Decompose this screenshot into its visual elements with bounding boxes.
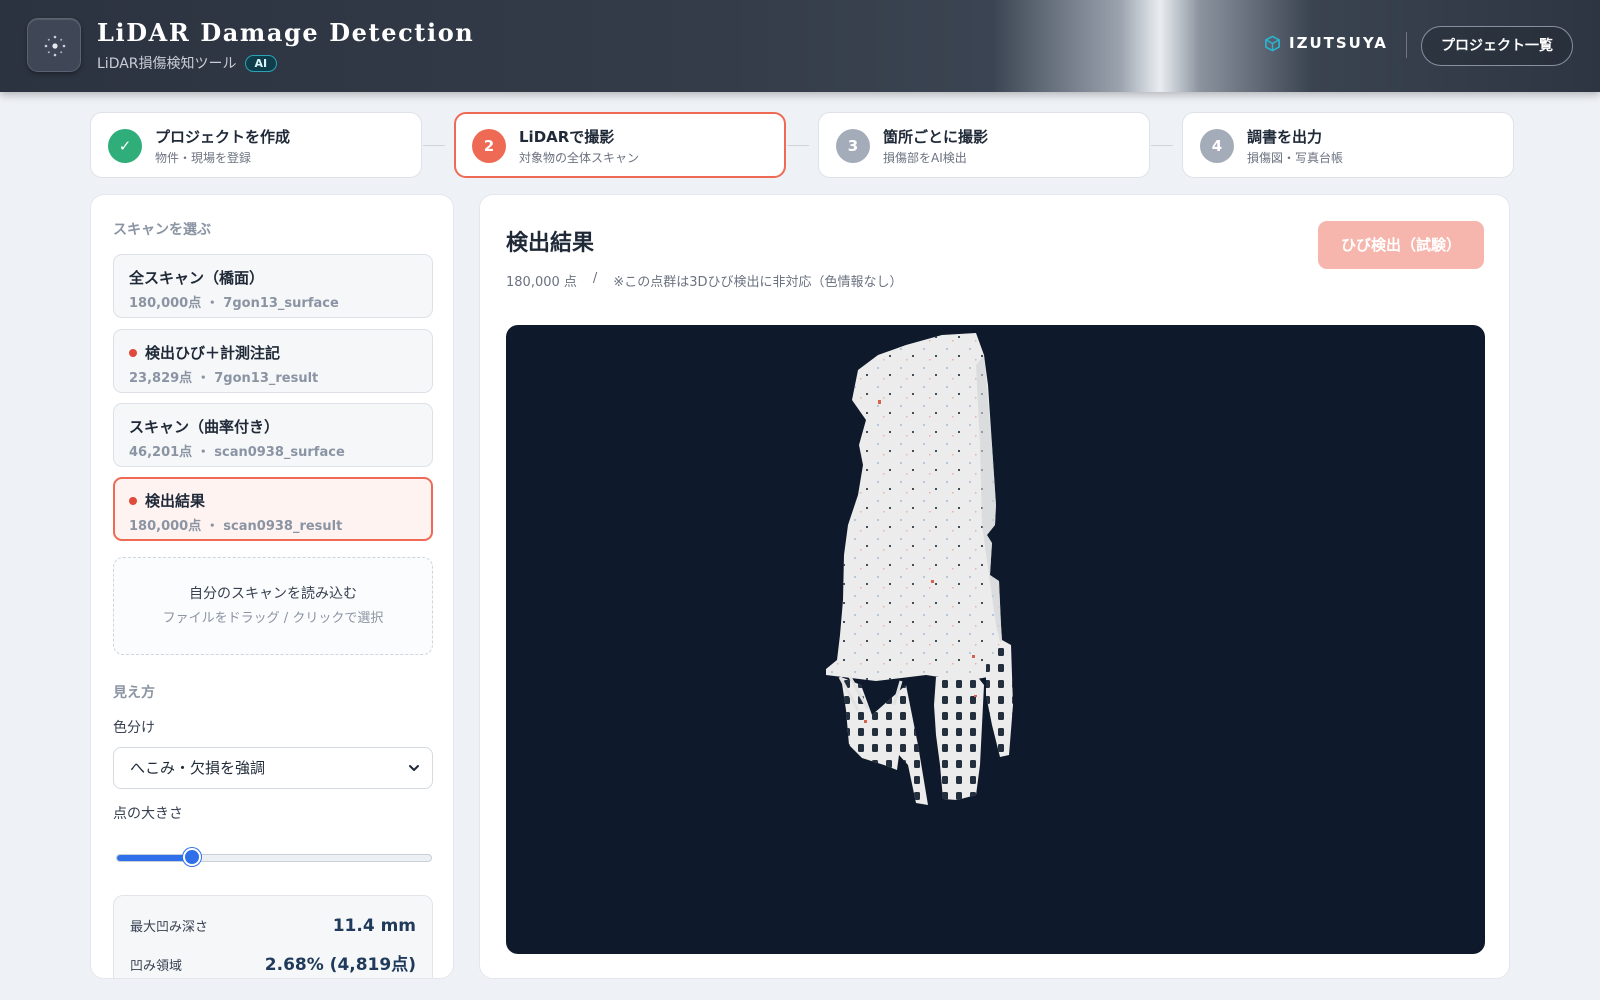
scan-item[interactable]: 全スキャン（橋面） 180,000点 ・ 7gon13_surface xyxy=(113,254,433,318)
stat-row: 凹み領域 2.68% (4,819点) xyxy=(130,950,416,975)
scan-meta: 180,000点 ・ 7gon13_surface xyxy=(129,296,339,311)
brand: IZUTSUYA xyxy=(1264,34,1388,52)
step-spot-capture[interactable]: 3 箇所ごとに撮影 損傷部をAI検出 xyxy=(818,112,1150,178)
app-subtitle: LiDAR損傷検知ツール xyxy=(97,56,237,72)
brand-name: IZUTSUYA xyxy=(1289,34,1388,52)
color-mode-label: 色分け xyxy=(113,720,155,736)
point-count: 180,000 点 xyxy=(506,275,577,290)
result-subtitle: 180,000 点 / ※この点群は3Dひび検出に非対応（色情報なし） xyxy=(506,271,902,290)
point-cloud-canvas[interactable] xyxy=(506,325,1485,954)
app-title: LiDAR Damage Detection xyxy=(97,18,475,47)
scan-title: 検出結果 xyxy=(129,490,205,511)
step-title: LiDARで撮影 xyxy=(519,128,615,146)
scan-upload-dropzone[interactable]: 自分のスキャンを読み込む ファイルをドラッグ / クリックで選択 xyxy=(113,557,433,655)
step-number: 4 xyxy=(1200,129,1234,163)
stat-value: 2.68% (4,819点) xyxy=(264,955,416,975)
step-create-project[interactable]: ✓ プロジェクトを作成 物件・現場を登録 xyxy=(90,112,422,178)
step-lidar-capture[interactable]: 2 LiDARで撮影 対象物の全体スキャン xyxy=(454,112,786,178)
chevron-down-icon xyxy=(409,765,419,771)
point-size-slider[interactable] xyxy=(116,854,432,862)
step-subtitle: 損傷図・写真台帳 xyxy=(1247,151,1344,165)
stat-label: 最大凹み深さ xyxy=(130,920,209,935)
point-cloud-model xyxy=(826,333,1013,805)
scan-item[interactable]: スキャン（曲率付き） 46,201点 ・ scan0938_surface xyxy=(113,403,433,467)
app-subtitle-row: LiDAR損傷検知ツール AI xyxy=(97,53,278,73)
result-title: 検出結果 xyxy=(506,231,595,256)
step-number: 2 xyxy=(472,129,506,163)
step-subtitle: 物件・現場を登録 xyxy=(155,151,252,165)
slider-thumb[interactable] xyxy=(182,848,201,866)
check-icon: ✓ xyxy=(108,129,142,163)
scan-item-selected[interactable]: 検出結果 180,000点 ・ scan0938_result xyxy=(113,477,433,541)
app-header: LiDAR Damage Detection LiDAR損傷検知ツール AI I… xyxy=(0,0,1600,92)
color-mode-select[interactable]: へこみ・欠損を強調 xyxy=(113,747,433,789)
separator: / xyxy=(592,271,598,286)
ai-badge: AI xyxy=(244,54,278,72)
step-connector xyxy=(1151,145,1173,146)
upload-title: 自分のスキャンを読み込む xyxy=(189,586,357,602)
scan-meta: 180,000点 ・ scan0938_result xyxy=(129,519,343,534)
scan-meta: 23,829点 ・ 7gon13_result xyxy=(129,371,319,386)
scan-meta: 46,201点 ・ scan0938_surface xyxy=(129,445,345,460)
step-title: プロジェクトを作成 xyxy=(155,128,291,146)
step-title: 箇所ごとに撮影 xyxy=(883,128,989,146)
result-dot-icon xyxy=(129,348,137,357)
step-number: 3 xyxy=(836,129,870,163)
step-connector xyxy=(423,145,445,146)
result-panel: 検出結果 180,000 点 / ※この点群は3Dひび検出に非対応（色情報なし）… xyxy=(479,194,1510,979)
point-cloud-viewer[interactable] xyxy=(506,325,1485,954)
view-section-label: 見え方 xyxy=(113,685,155,701)
stat-row: 最大凹み深さ 11.4 mm xyxy=(130,916,416,936)
step-subtitle: 対象物の全体スキャン xyxy=(519,151,640,165)
color-mode-value: へこみ・欠損を強調 xyxy=(130,759,266,777)
step-connector xyxy=(787,145,809,146)
cube-icon xyxy=(1265,35,1280,51)
result-dot-icon xyxy=(129,496,137,505)
damage-stats-card: 最大凹み深さ 11.4 mm 凹み領域 2.68% (4,819点) xyxy=(113,895,433,978)
step-subtitle: 損傷部をAI検出 xyxy=(883,151,967,165)
step-export-report[interactable]: 4 調書を出力 損傷図・写真台帳 xyxy=(1182,112,1514,178)
scan-title: 検出ひび＋計測注記 xyxy=(129,342,280,363)
app-logo[interactable] xyxy=(27,18,81,72)
scan-sparkle-icon xyxy=(44,35,66,57)
slider-fill xyxy=(117,855,193,861)
stat-label: 凹み領域 xyxy=(130,959,183,974)
header-divider xyxy=(1406,32,1407,58)
scan-title: 全スキャン（橋面） xyxy=(129,269,265,287)
upload-hint: ファイルをドラッグ / クリックで選択 xyxy=(162,611,384,626)
step-title: 調書を出力 xyxy=(1247,128,1323,146)
project-list-button[interactable]: プロジェクト一覧 xyxy=(1421,26,1573,66)
stat-value: 11.4 mm xyxy=(332,916,416,936)
crack-detect-button[interactable]: ひび検出（試験） xyxy=(1318,221,1484,269)
scan-sidebar: スキャンを選ぶ 全スキャン（橋面） 180,000点 ・ 7gon13_surf… xyxy=(90,194,454,979)
scan-section-label: スキャンを選ぶ xyxy=(113,222,211,238)
scan-item[interactable]: 検出ひび＋計測注記 23,829点 ・ 7gon13_result xyxy=(113,329,433,393)
scan-title: スキャン（曲率付き） xyxy=(129,418,280,436)
result-note: ※この点群は3Dひび検出に非対応（色情報なし） xyxy=(613,275,903,290)
point-size-label: 点の大きさ xyxy=(113,806,183,822)
